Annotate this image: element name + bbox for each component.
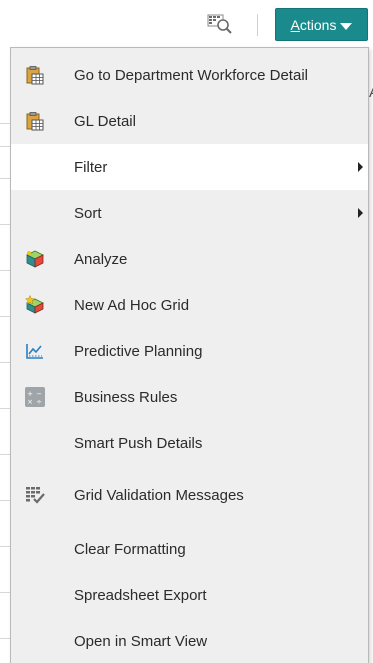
bg-grid-line (0, 546, 10, 547)
bg-grid-line (0, 638, 10, 639)
menu-item-label: Predictive Planning (74, 342, 203, 360)
actions-menu: Go to Department Workforce Detail GL Det… (10, 47, 369, 663)
menu-item-grid-validation-messages[interactable]: Grid Validation Messages (11, 472, 368, 518)
new-ad-hoc-grid-icon (25, 295, 45, 315)
bg-grid-line (0, 316, 10, 317)
submenu-arrow-icon (358, 162, 363, 172)
bg-grid-line (0, 270, 10, 271)
page: Actions A Go to Department Workforce Det… (0, 0, 373, 663)
menu-item-label: Filter (74, 158, 108, 176)
svg-text:÷: ÷ (36, 398, 42, 406)
menu-item-predictive-planning[interactable]: Predictive Planning (11, 328, 368, 374)
menu-item-label: Analyze (74, 250, 128, 268)
bg-grid-line (0, 178, 10, 179)
bg-grid-line (0, 123, 10, 124)
toolbar-separator (257, 14, 258, 36)
bg-grid-line (0, 362, 10, 363)
clipped-column-header: A (369, 84, 373, 101)
analyze-cube-icon (25, 249, 45, 269)
svg-text:−: − (36, 390, 42, 398)
menu-item-label: Sort (74, 204, 102, 222)
bg-grid-line (0, 500, 10, 501)
clipboard-grid-icon (25, 65, 45, 85)
bg-grid-line (0, 592, 10, 593)
calculator-icon: + − × ÷ (25, 387, 45, 407)
menu-item-label: Open in Smart View (74, 632, 208, 650)
bg-grid-line (0, 224, 10, 225)
menu-item-spreadsheet-export[interactable]: Spreadsheet Export (11, 572, 368, 618)
menu-item-go-to-department-workforce-detail[interactable]: Go to Department Workforce Detail (11, 52, 368, 98)
menu-item-label: New Ad Hoc Grid (74, 296, 190, 314)
grid-validation-icon (25, 485, 45, 505)
grid-search-icon[interactable] (206, 12, 234, 36)
actions-button[interactable]: Actions (275, 8, 368, 41)
menu-item-analyze[interactable]: Analyze (11, 236, 368, 282)
svg-text:×: × (27, 398, 33, 406)
menu-item-label: Business Rules (74, 388, 178, 406)
menu-item-filter[interactable]: Filter (11, 144, 368, 190)
menu-item-label: Go to Department Workforce Detail (74, 66, 308, 84)
menu-item-open-in-smart-view[interactable]: Open in Smart View (11, 618, 368, 663)
menu-item-label: Grid Validation Messages (74, 486, 244, 504)
caret-down-icon (340, 22, 353, 30)
bg-grid-line (0, 454, 10, 455)
actions-button-label: Actions (290, 16, 337, 33)
menu-item-label: Spreadsheet Export (74, 586, 207, 604)
bg-grid-line (0, 146, 10, 147)
submenu-arrow-icon (358, 208, 363, 218)
bg-grid-line (0, 408, 10, 409)
menu-item-gl-detail[interactable]: GL Detail (11, 98, 368, 144)
menu-item-new-ad-hoc-grid[interactable]: New Ad Hoc Grid (11, 282, 368, 328)
menu-item-label: GL Detail (74, 112, 136, 130)
menu-item-sort[interactable]: Sort (11, 190, 368, 236)
predictive-chart-icon (25, 341, 45, 361)
menu-item-label: Clear Formatting (74, 540, 186, 558)
menu-item-business-rules[interactable]: + − × ÷ Business Rules (11, 374, 368, 420)
menu-item-clear-formatting[interactable]: Clear Formatting (11, 526, 368, 572)
clipboard-grid-icon (25, 111, 45, 131)
menu-item-smart-push-details[interactable]: Smart Push Details (11, 420, 368, 466)
menu-item-label: Smart Push Details (74, 434, 203, 452)
svg-text:+: + (27, 390, 33, 398)
